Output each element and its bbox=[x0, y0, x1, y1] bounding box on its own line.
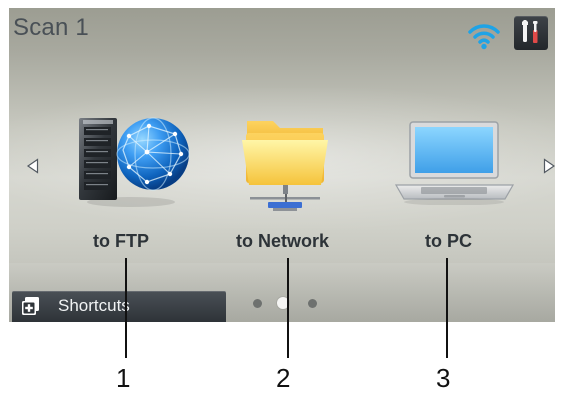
laptop-icon[interactable] bbox=[390, 119, 519, 205]
to-ftp-label[interactable]: to FTP bbox=[93, 231, 149, 252]
callout-line-2 bbox=[287, 258, 289, 358]
next-page-button[interactable] bbox=[540, 157, 555, 175]
scan-ui-root: Scan 1 to FTP to Network to PC Shortcuts… bbox=[0, 0, 563, 393]
settings-button[interactable] bbox=[514, 16, 548, 50]
callout-number-3: 3 bbox=[436, 363, 451, 393]
wifi-icon bbox=[468, 24, 500, 50]
ftp-server-globe-icon[interactable] bbox=[73, 112, 197, 208]
shortcuts-plus-icon bbox=[22, 297, 39, 315]
page-dot-1 bbox=[253, 299, 262, 308]
shortcuts-label: Shortcuts bbox=[58, 296, 130, 315]
callout-number-1: 1 bbox=[116, 363, 131, 393]
scan-screen: Scan 1 to FTP to Network to PC Shortcuts bbox=[9, 8, 555, 322]
shortcuts-tab[interactable]: Shortcuts bbox=[12, 291, 226, 322]
to-network-label[interactable]: to Network bbox=[236, 231, 329, 252]
page-dot-3 bbox=[308, 299, 317, 308]
previous-page-button[interactable] bbox=[24, 157, 42, 175]
callout-number-2: 2 bbox=[276, 363, 291, 393]
to-pc-label[interactable]: to PC bbox=[425, 231, 472, 252]
network-folder-icon[interactable] bbox=[233, 113, 337, 216]
callout-line-3 bbox=[446, 258, 448, 358]
screen-title: Scan 1 bbox=[13, 14, 89, 41]
callout-line-1 bbox=[125, 258, 127, 358]
tools-icon bbox=[522, 20, 538, 43]
